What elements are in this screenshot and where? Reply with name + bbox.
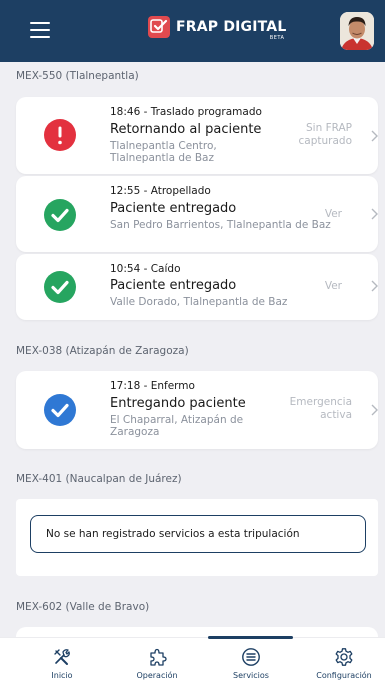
service-card[interactable]: 18:46 - Traslado programado Retornando a… [16, 97, 378, 174]
alert-icon [44, 119, 76, 151]
nav-label: Servicios [233, 671, 269, 680]
service-card[interactable]: 12:55 - Atropellado Paciente entregado S… [16, 176, 378, 252]
service-address: San Pedro Barrientos, Tlalnepantla de Ba… [110, 219, 331, 231]
user-avatar[interactable] [340, 12, 374, 50]
hamburger-menu-icon[interactable] [30, 22, 50, 38]
active-tab-indicator [208, 636, 293, 639]
service-status: Retornando al paciente [110, 122, 262, 137]
beta-label: BETA [269, 35, 285, 41]
nav-item-configuracion[interactable]: Configuración [296, 638, 385, 685]
service-status: Paciente entregado [110, 201, 237, 216]
section-label-mex-602: MEX-602 (Valle de Bravo) [16, 601, 150, 613]
chevron-right-icon [371, 404, 378, 416]
app-title: FRAP DIGITAL [176, 19, 287, 35]
chevron-right-icon [371, 208, 378, 220]
service-time: 17:18 - Enfermo [110, 380, 195, 392]
check-icon [44, 394, 76, 426]
chevron-right-icon [371, 130, 378, 142]
list-circle-icon [242, 648, 260, 666]
service-status: Paciente entregado [110, 278, 237, 293]
tools-icon [54, 649, 70, 665]
service-action[interactable]: Ver [316, 280, 342, 293]
service-time: 18:46 - Traslado programado [110, 106, 262, 118]
service-time: 12:55 - Atropellado [110, 185, 211, 197]
section-label-mex-038: MEX-038 (Atizapán de Zaragoza) [16, 345, 189, 357]
check-icon [44, 199, 76, 231]
nav-item-operacion[interactable]: Operación [109, 638, 205, 685]
nav-label: Operación [136, 671, 178, 680]
service-time: 10:54 - Caído [110, 263, 181, 275]
service-action[interactable]: Emergencia activa [278, 396, 352, 422]
frap-logo-icon [148, 16, 170, 38]
service-action[interactable]: Sin FRAP capturado [278, 122, 352, 148]
section-label-mex-550: MEX-550 (Tlalnepantla) [16, 70, 139, 82]
chevron-right-icon [371, 280, 378, 292]
section-label-mex-401: MEX-401 (Naucalpan de Juárez) [16, 473, 182, 485]
nav-item-inicio[interactable]: Inicio [14, 638, 110, 685]
service-address: Tlalnepantla Centro, Tlalnepantla de Baz [110, 140, 217, 164]
empty-services-panel: No se han registrado servicios a esta tr… [16, 499, 378, 576]
service-card[interactable]: 10:54 - Caído Paciente entregado Valle D… [16, 254, 378, 320]
nav-item-servicios[interactable]: Servicios [203, 638, 299, 685]
empty-message: No se han registrado servicios a esta tr… [46, 528, 300, 540]
service-address: Valle Dorado, Tlalnepantla de Baz [110, 296, 288, 308]
check-icon [44, 271, 76, 303]
nav-label: Configuración [316, 671, 372, 680]
app-header: FRAP DIGITAL BETA [0, 0, 385, 62]
empty-message-box: No se han registrado servicios a esta tr… [30, 515, 366, 553]
service-status: Entregando paciente [110, 396, 246, 411]
gear-icon [335, 648, 353, 666]
brand: FRAP DIGITAL BETA [148, 16, 287, 41]
nav-label: Inicio [51, 671, 73, 680]
service-card[interactable]: 17:18 - Enfermo Entregando paciente El C… [16, 371, 378, 449]
service-address: El Chaparral, Atizapán de Zaragoza [110, 414, 244, 438]
puzzle-icon [150, 648, 167, 666]
service-action[interactable]: Ver [316, 208, 342, 221]
bottom-nav: Inicio Operación Servicios Configuración [0, 637, 385, 685]
